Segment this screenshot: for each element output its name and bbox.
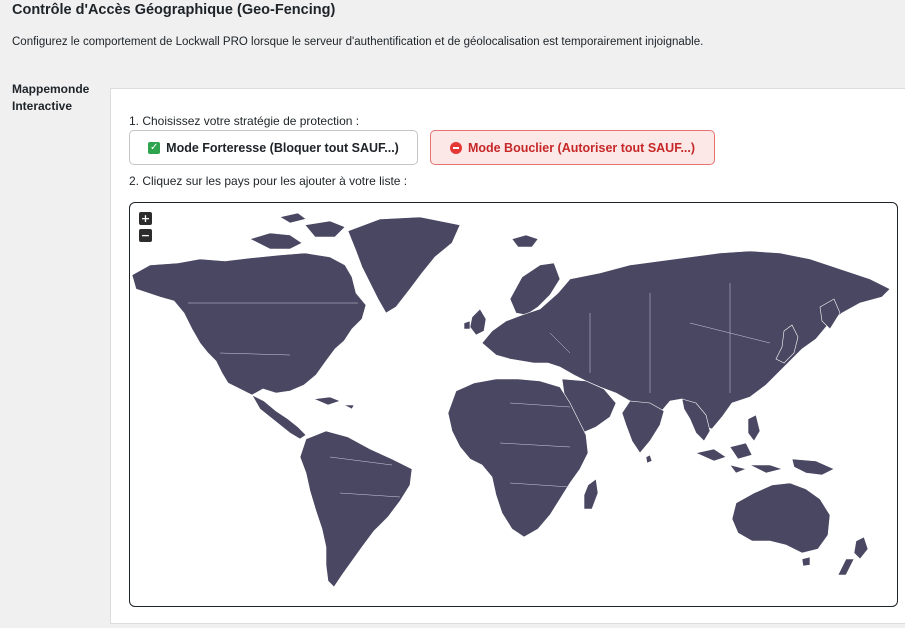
country-canadian-arctic[interactable] <box>249 212 346 250</box>
shield-mode-button[interactable]: Mode Bouclier (Autoriser tout SAUF...) <box>430 130 715 165</box>
country-central-america[interactable] <box>251 394 307 440</box>
country-new-guinea[interactable] <box>791 458 835 476</box>
world-map[interactable]: + − <box>129 202 898 607</box>
strategy-step-label: 1. Choisissez votre stratégie de protect… <box>129 114 360 128</box>
country-caribbean[interactable] <box>312 396 355 410</box>
zoom-in-button[interactable]: + <box>139 212 152 225</box>
country-tasmania[interactable] <box>801 556 811 567</box>
zoom-out-button[interactable]: − <box>139 229 152 242</box>
fortress-mode-button[interactable]: ✓ Mode Forteresse (Bloquer tout SAUF...) <box>129 130 418 165</box>
country-step-label: 2. Cliquez sur les pays pour les ajouter… <box>129 174 408 188</box>
country-iceland[interactable] <box>511 234 539 248</box>
country-australia[interactable] <box>731 482 831 554</box>
map-section-label: Mappemonde Interactive <box>12 82 90 113</box>
check-box-icon: ✓ <box>148 141 161 154</box>
country-philippines[interactable] <box>747 414 761 442</box>
country-sri-lanka[interactable] <box>645 454 653 464</box>
country-greenland[interactable] <box>347 216 461 314</box>
country-new-zealand[interactable] <box>837 536 869 576</box>
country-madagascar[interactable] <box>583 478 599 510</box>
country-south-america[interactable] <box>299 430 413 588</box>
country-indonesia[interactable] <box>695 442 784 474</box>
country-uk[interactable] <box>463 308 487 336</box>
page-description: Configurez le comportement de Lockwall P… <box>12 36 704 48</box>
country-india[interactable] <box>621 400 665 454</box>
page-title: Contrôle d'Accès Géographique (Geo-Fenci… <box>12 2 336 18</box>
country-north-america[interactable] <box>131 252 367 396</box>
no-entry-icon <box>449 141 462 154</box>
country-africa[interactable] <box>447 378 589 538</box>
world-map-canvas[interactable] <box>130 203 898 607</box>
shield-mode-label: Mode Bouclier (Autoriser tout SAUF...) <box>467 140 696 155</box>
fortress-mode-label: Mode Forteresse (Bloquer tout SAUF...) <box>166 140 399 155</box>
